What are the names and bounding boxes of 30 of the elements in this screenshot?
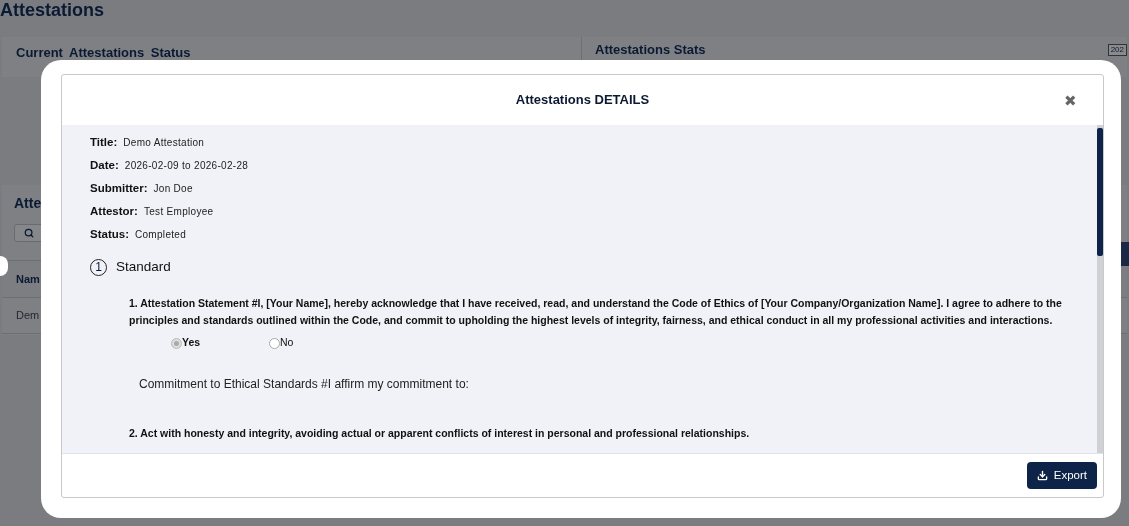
panel-title: Current Attestations Status: [16, 45, 191, 60]
scrollbar[interactable]: [1097, 125, 1103, 453]
export-button[interactable]: Export: [1026, 462, 1097, 489]
field-label: Title:: [90, 134, 118, 150]
commitment-text: Commitment to Ethical Standards #I affirm my commitment to:: [138, 376, 470, 393]
field-value: Demo Attestation: [123, 136, 205, 150]
column-header: Nam: [16, 271, 40, 287]
field-value: Completed: [135, 228, 187, 242]
section-title: Standard: [116, 258, 171, 276]
search-button[interactable]: [14, 224, 44, 242]
field-value: Jon Doe: [153, 182, 193, 196]
close-button[interactable]: ✖: [1064, 93, 1077, 108]
field-label: Date:: [90, 157, 119, 173]
question-text: 1. Attestation Statement #I, [Your Name], hereby acknowledge that I have received, read, and understand the Code of Ethics of [Your Company/Organization Name]. I agree to adhere to the principles and standards outlined within the Code, and commit to upholding the highest levels of integrity, fairness, and ethical conduct in all my professional activities and interactions.: [129, 296, 1063, 329]
field-label: Submitter:: [90, 180, 148, 196]
field-value: 2026-02-09 to 2026-02-28: [124, 159, 249, 173]
field-label: Status:: [90, 226, 129, 242]
field-label: Attestor:: [90, 203, 138, 219]
modal-title: Attestations DETAILS: [515, 91, 650, 110]
year-badge: 202: [1107, 44, 1127, 56]
panel-title: Atte: [14, 194, 42, 213]
question-text: 2. Act with honesty and integrity, avoiding actual or apparent conflicts of interest in personal and professional relationships.: [129, 426, 751, 441]
radio-option[interactable]: Yes: [171, 335, 269, 351]
download-icon: [1036, 470, 1048, 481]
radio-option[interactable]: No: [269, 335, 367, 351]
table-cell-text: Dem: [16, 308, 40, 324]
panel-title: Attestations Stats: [595, 41, 706, 59]
field-value: Test Employee: [143, 205, 214, 219]
page-title: Attestations: [0, 0, 104, 20]
search-icon: [24, 228, 34, 238]
